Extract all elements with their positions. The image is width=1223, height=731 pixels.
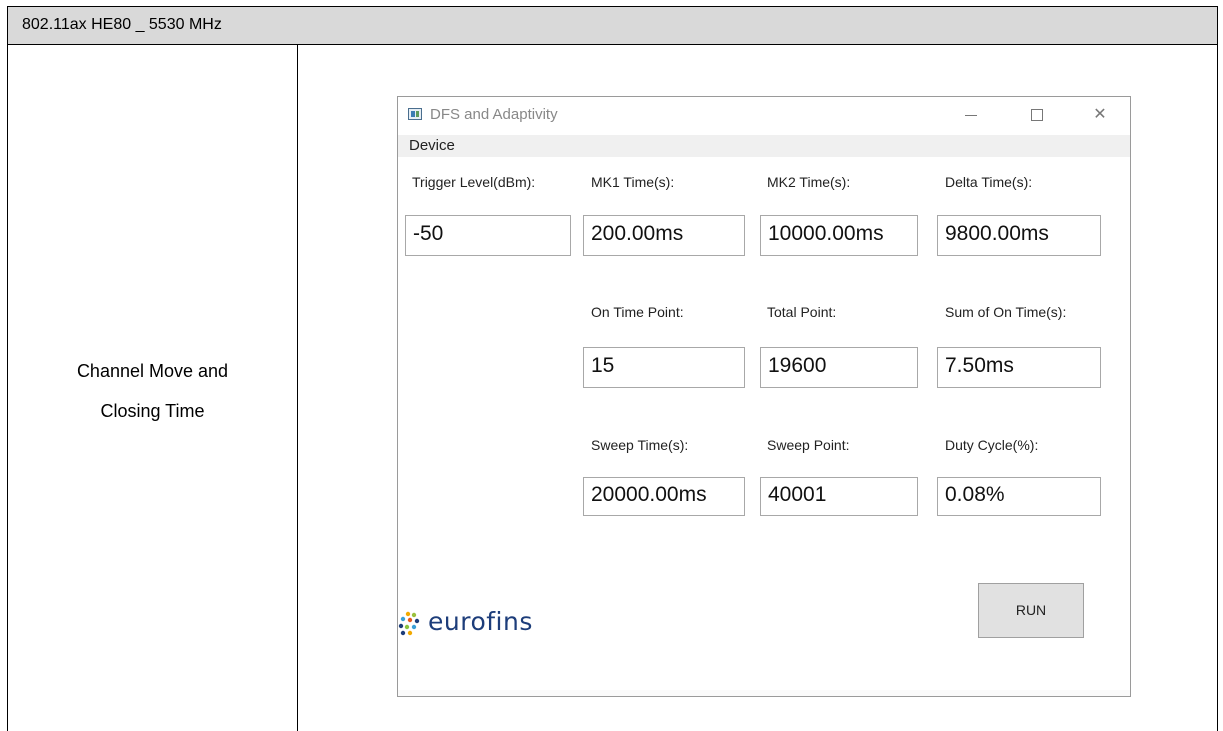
mk2-time-field[interactable]: 10000.00ms — [760, 215, 918, 256]
window-bottom-strip — [398, 690, 1130, 696]
close-icon: ✕ — [1093, 106, 1107, 123]
app-window: DFS and Adaptivity ✕ Device Trigger Leve… — [397, 96, 1131, 697]
duty-cycle-label: Duty Cycle(%): — [945, 437, 1039, 453]
delta-time-label: Delta Time(s): — [945, 174, 1033, 190]
sum-on-time-field[interactable]: 7.50ms — [937, 347, 1101, 388]
eurofins-dots-icon — [398, 611, 420, 636]
sweep-time-label: Sweep Time(s): — [591, 437, 689, 453]
total-point-label: Total Point: — [767, 304, 837, 320]
table-border-middle — [297, 44, 298, 731]
sum-on-time-label: Sum of On Time(s): — [945, 304, 1067, 320]
report-header-text: 802.11ax HE80 _ 5530 MHz — [22, 16, 222, 33]
mk2-time-label: MK2 Time(s): — [767, 174, 851, 190]
row-label-line1: Channel Move and — [76, 361, 229, 381]
run-button[interactable]: RUN — [978, 583, 1084, 638]
maximize-button[interactable] — [1019, 103, 1055, 127]
trigger-level-label: Trigger Level(dBm): — [412, 174, 536, 190]
trigger-level-field[interactable]: -50 — [405, 215, 571, 256]
sweep-point-field[interactable]: 40001 — [760, 477, 918, 516]
on-time-point-field[interactable]: 15 — [583, 347, 745, 388]
mk1-time-label: MK1 Time(s): — [591, 174, 675, 190]
maximize-icon — [1031, 109, 1043, 121]
total-point-field[interactable]: 19600 — [760, 347, 918, 388]
title-bar[interactable]: DFS and Adaptivity ✕ — [398, 97, 1130, 135]
sweep-time-field[interactable]: 20000.00ms — [583, 477, 745, 516]
menu-bar: Device — [398, 135, 1130, 157]
sweep-point-label: Sweep Point: — [767, 437, 850, 453]
window-title: DFS and Adaptivity — [430, 106, 558, 123]
eurofins-logo-text: eurofins — [428, 607, 533, 636]
report-header: 802.11ax HE80 _ 5530 MHz — [7, 6, 1218, 45]
delta-time-field[interactable]: 9800.00ms — [937, 215, 1101, 256]
app-window-icon — [408, 108, 422, 120]
minimize-button[interactable] — [953, 103, 989, 127]
menu-item-device[interactable]: Device — [409, 137, 455, 154]
table-border-right — [1217, 44, 1218, 731]
mk1-time-field[interactable]: 200.00ms — [583, 215, 745, 256]
close-button[interactable]: ✕ — [1082, 103, 1118, 127]
on-time-point-label: On Time Point: — [591, 304, 684, 320]
row-label: Channel Move and Closing Time — [8, 351, 297, 431]
row-label-line2: Closing Time — [100, 401, 205, 421]
duty-cycle-field[interactable]: 0.08% — [937, 477, 1101, 516]
minimize-icon — [965, 115, 977, 116]
